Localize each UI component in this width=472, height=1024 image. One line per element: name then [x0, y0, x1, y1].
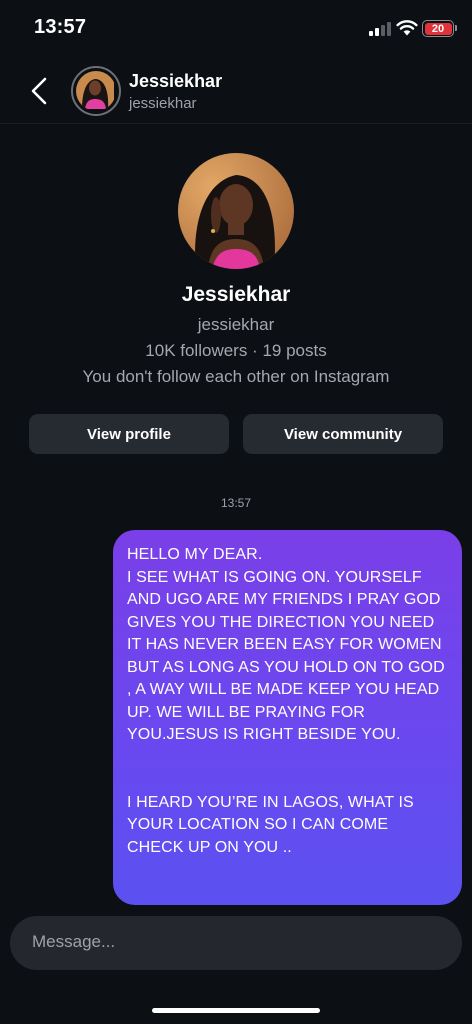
back-button[interactable]: [24, 72, 56, 110]
status-bar: 13:57 20: [0, 0, 472, 58]
battery-level: 20: [424, 22, 452, 35]
profile-display-name: Jessiekhar: [181, 283, 291, 306]
message-input[interactable]: Message...: [10, 916, 462, 970]
status-time: 13:57: [34, 16, 87, 38]
header-username: jessiekhar: [129, 95, 197, 112]
signal-icon: [369, 22, 391, 36]
message-paragraph: I SEE WHAT IS GOING ON. YOURSELF AND UGO…: [127, 568, 445, 744]
profile-stats: 10K followers · 19 posts: [145, 341, 327, 360]
paragraph-spacer: [127, 747, 448, 792]
view-profile-button[interactable]: View profile: [29, 414, 229, 454]
profile-username: jessiekhar: [197, 315, 275, 334]
profile-avatar[interactable]: [178, 153, 294, 269]
message-input-placeholder: Message...: [32, 932, 116, 951]
follow-status: You don't follow each other on Instagram: [82, 367, 390, 386]
message-paragraph: I HEARD YOU’RE IN LAGOS, WHAT IS YOUR LO…: [127, 793, 414, 856]
message-timestamp: 13:57: [220, 496, 252, 510]
dm-thread-screen: 13:57 20 Jessiekhar jessiekhar Jessiekha…: [0, 0, 472, 1024]
wifi-icon: [396, 20, 418, 36]
chevron-left-icon: [31, 77, 47, 105]
view-community-button[interactable]: View community: [243, 414, 443, 454]
header-avatar[interactable]: [71, 66, 121, 116]
message-paragraph: HELLO MY DEAR.: [127, 546, 263, 563]
header-display-name[interactable]: Jessiekhar: [129, 71, 222, 92]
sent-message-bubble[interactable]: HELLO MY DEAR. I SEE WHAT IS GOING ON. Y…: [113, 530, 462, 905]
home-indicator[interactable]: [152, 1008, 320, 1013]
chat-header: Jessiekhar jessiekhar: [0, 58, 472, 124]
battery-cap: [455, 25, 457, 31]
battery-icon: 20: [422, 20, 454, 37]
avatar-image: [76, 71, 116, 111]
